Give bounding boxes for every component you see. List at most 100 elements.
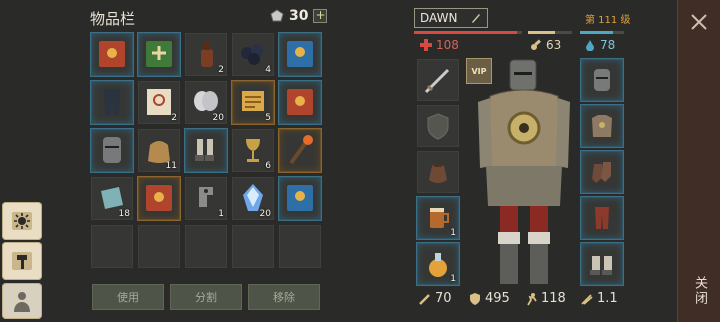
crafting-button[interactable] <box>2 242 42 280</box>
character-name-box[interactable]: DAWN <box>414 8 488 28</box>
inventory-slot[interactable] <box>278 128 322 173</box>
sword-icon <box>424 68 450 94</box>
consumable-slot-2[interactable]: 1 <box>416 242 460 286</box>
sword-damage-icon <box>419 293 430 305</box>
health-value: 108 <box>436 38 459 52</box>
item-count: 1 <box>218 209 224 219</box>
health-bar <box>414 31 522 34</box>
legs-slot[interactable] <box>580 196 624 240</box>
red-book-icon <box>99 41 125 67</box>
inventory-slot[interactable]: 20 <box>231 176 275 221</box>
food-leg-icon <box>531 39 541 50</box>
iron-helmet-icon <box>103 137 121 163</box>
inventory-slot[interactable] <box>90 80 134 125</box>
consumable-slot-1[interactable]: 1 <box>416 196 460 240</box>
blue-book-icon <box>287 41 313 67</box>
feet-slot[interactable] <box>580 242 624 286</box>
bag-slot[interactable] <box>416 150 460 194</box>
iron-helmet-icon <box>594 69 610 91</box>
currency-value: 30 <box>289 8 309 24</box>
inventory-slot[interactable]: 5 <box>231 80 275 125</box>
weapon-slot[interactable] <box>416 58 460 102</box>
sun-scroll-icon <box>12 212 32 230</box>
edit-quill-icon[interactable] <box>470 12 482 24</box>
inventory-slot[interactable]: 1 <box>184 176 228 221</box>
character-name: DAWN <box>420 11 458 25</box>
close-label[interactable]: 关闭 <box>690 276 709 306</box>
green-book-icon <box>146 41 172 67</box>
inventory-slot-empty[interactable] <box>231 224 275 269</box>
chest-armor-icon <box>592 115 612 137</box>
inventory-title: 物品栏 <box>90 10 136 28</box>
red-book-icon <box>287 89 313 115</box>
item-count: 6 <box>265 161 271 171</box>
speed-value: 118 <box>541 291 566 306</box>
add-currency-button[interactable]: + <box>313 9 328 23</box>
inventory-slot[interactable] <box>278 32 322 77</box>
inventory-slot[interactable] <box>137 176 181 221</box>
use-button[interactable]: 使用 <box>92 284 164 310</box>
gem-icon <box>270 9 284 22</box>
inventory-slot[interactable] <box>90 32 134 77</box>
attack-speed-stat: 1.1 <box>580 291 618 306</box>
red-book-icon <box>146 185 172 211</box>
damage-value: 70 <box>435 291 452 306</box>
inventory-slot[interactable] <box>278 176 322 221</box>
item-count: 20 <box>212 113 224 123</box>
offhand-slot[interactable] <box>416 104 460 148</box>
inventory-slot[interactable]: 20 <box>184 80 228 125</box>
pants-icon <box>595 207 609 229</box>
food-bar <box>528 31 572 34</box>
inventory-slot[interactable] <box>278 80 322 125</box>
remove-button[interactable]: 移除 <box>248 284 320 310</box>
inventory-slot[interactable] <box>184 128 228 173</box>
item-count: 20 <box>259 209 271 219</box>
armor-shield-icon <box>470 292 480 305</box>
item-count: 2 <box>171 113 177 123</box>
inventory-slot[interactable]: 2 <box>137 80 181 125</box>
torch-icon <box>289 135 313 165</box>
chest-slot[interactable] <box>580 104 624 148</box>
item-count: 5 <box>265 113 271 123</box>
water-stat: 78 <box>584 38 615 52</box>
gloves-icon <box>592 162 611 183</box>
close-icon[interactable] <box>689 12 709 32</box>
inventory-slot[interactable]: 2 <box>184 32 228 77</box>
character-level: 第 111 级 <box>585 15 631 26</box>
split-button[interactable]: 分割 <box>170 284 242 310</box>
health-cross-icon <box>420 39 432 51</box>
inventory-slot[interactable] <box>137 32 181 77</box>
water-value: 78 <box>600 38 616 52</box>
hands-slot[interactable] <box>580 150 624 194</box>
boots-icon <box>195 139 214 161</box>
armor-value: 495 <box>485 291 510 306</box>
inventory-slot-empty[interactable] <box>137 224 181 269</box>
inventory-slot-empty[interactable] <box>278 224 322 269</box>
inventory-slot-empty[interactable] <box>184 224 228 269</box>
inventory-slot[interactable]: 18 <box>90 176 134 221</box>
knight-character-model <box>478 59 570 284</box>
attack-speed-value: 1.1 <box>597 291 618 306</box>
shield-icon <box>427 113 449 140</box>
character-icon <box>14 292 30 312</box>
attack-speed-icon <box>581 293 593 305</box>
health-stat: 108 <box>420 38 459 52</box>
damage-stat: 70 <box>418 291 452 306</box>
inventory-slot[interactable]: 4 <box>231 32 275 77</box>
inventory-slot[interactable] <box>90 128 134 173</box>
speed-stat: 118 <box>524 291 566 306</box>
consumable-count: 1 <box>450 228 456 238</box>
water-bar <box>580 31 624 34</box>
inventory-slot[interactable]: 11 <box>137 128 181 173</box>
character-button[interactable] <box>2 283 42 319</box>
head-slot[interactable] <box>580 58 624 102</box>
inventory-slot[interactable]: 6 <box>231 128 275 173</box>
quests-button[interactable] <box>2 202 42 240</box>
consumable-count: 1 <box>450 274 456 284</box>
inventory-grid: 2 4 2 20 5 11 6 18 1 20 <box>90 32 324 276</box>
blue-book-icon <box>287 185 313 211</box>
item-count: 2 <box>218 65 224 75</box>
dark-pants-icon <box>104 89 120 115</box>
inventory-slot-empty[interactable] <box>90 224 134 269</box>
close-panel[interactable]: 关闭 <box>677 0 720 322</box>
